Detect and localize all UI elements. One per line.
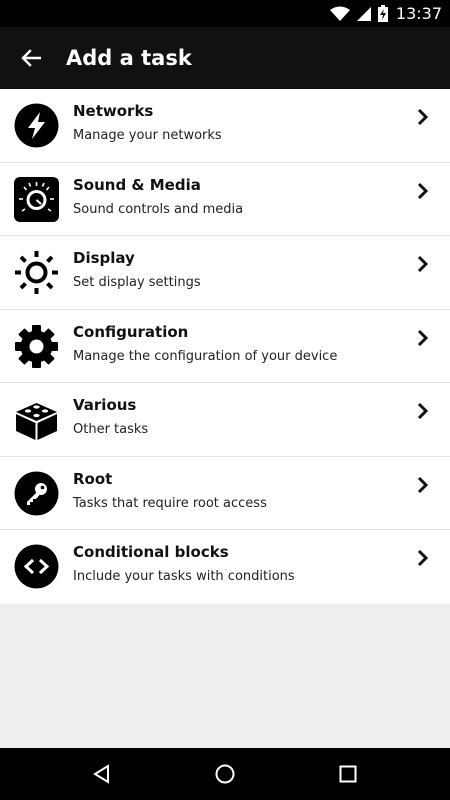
chevron-right-icon: [417, 108, 429, 126]
category-subtitle: Manage your networks: [73, 128, 222, 143]
status-bar: 13:37: [0, 0, 450, 27]
category-list: Networks Manage your networks Sound & Me…: [0, 89, 450, 604]
signal-icon: [356, 6, 371, 21]
category-various[interactable]: Various Other tasks: [0, 383, 450, 457]
category-subtitle: Other tasks: [73, 422, 149, 437]
category-title: Display: [73, 249, 135, 267]
page-title: Add a task: [66, 46, 192, 70]
wifi-icon: [329, 6, 350, 21]
key-icon: [14, 471, 59, 516]
gear-icon: [14, 324, 59, 369]
knob-icon: [14, 176, 59, 222]
navigation-bar: [0, 748, 450, 800]
back-button[interactable]: [0, 27, 62, 89]
chevron-right-icon: [417, 255, 429, 273]
category-sound-media[interactable]: Sound & Media Sound controls and media: [0, 163, 450, 236]
chevron-right-icon: [417, 549, 429, 567]
category-title: Sound & Media: [73, 175, 201, 194]
arrow-back-icon: [21, 49, 41, 67]
nav-home-button[interactable]: [200, 754, 250, 794]
chevron-right-icon: [417, 476, 429, 493]
category-title: Configuration: [73, 322, 189, 341]
category-root[interactable]: Root Tasks that require root access: [0, 457, 450, 530]
battery-charging-icon: [377, 5, 388, 22]
sun-icon: [14, 250, 59, 295]
status-icons: 13:37: [329, 0, 442, 27]
category-configuration[interactable]: Configuration Manage the configuration o…: [0, 310, 450, 383]
category-title: Networks: [73, 102, 154, 120]
status-time: 13:37: [395, 4, 442, 23]
category-title: Various: [73, 396, 137, 414]
category-subtitle: Tasks that require root access: [73, 495, 267, 511]
brick-icon: [14, 397, 59, 442]
recents-square-icon: [339, 765, 357, 783]
chevron-right-icon: [417, 402, 429, 420]
category-subtitle: Include your tasks with conditions: [73, 569, 295, 584]
category-conditional-blocks[interactable]: Conditional blocks Include your tasks wi…: [0, 530, 450, 604]
lightning-icon: [14, 103, 59, 148]
category-display[interactable]: Display Set display settings: [0, 236, 450, 310]
category-subtitle: Manage the configuration of your device: [73, 348, 338, 364]
category-subtitle: Sound controls and media: [73, 201, 244, 217]
nav-back-button[interactable]: [77, 754, 127, 794]
category-title: Root: [73, 469, 113, 488]
category-title: Conditional blocks: [73, 543, 229, 561]
home-circle-icon: [215, 764, 235, 784]
chevron-right-icon: [417, 329, 429, 346]
chevron-right-icon: [417, 182, 429, 199]
code-brackets-icon: [14, 544, 59, 589]
back-triangle-icon: [92, 764, 109, 784]
nav-recents-button[interactable]: [323, 754, 373, 794]
category-networks[interactable]: Networks Manage your networks: [0, 89, 450, 163]
app-bar: Add a task: [0, 27, 450, 89]
category-subtitle: Set display settings: [73, 275, 201, 290]
